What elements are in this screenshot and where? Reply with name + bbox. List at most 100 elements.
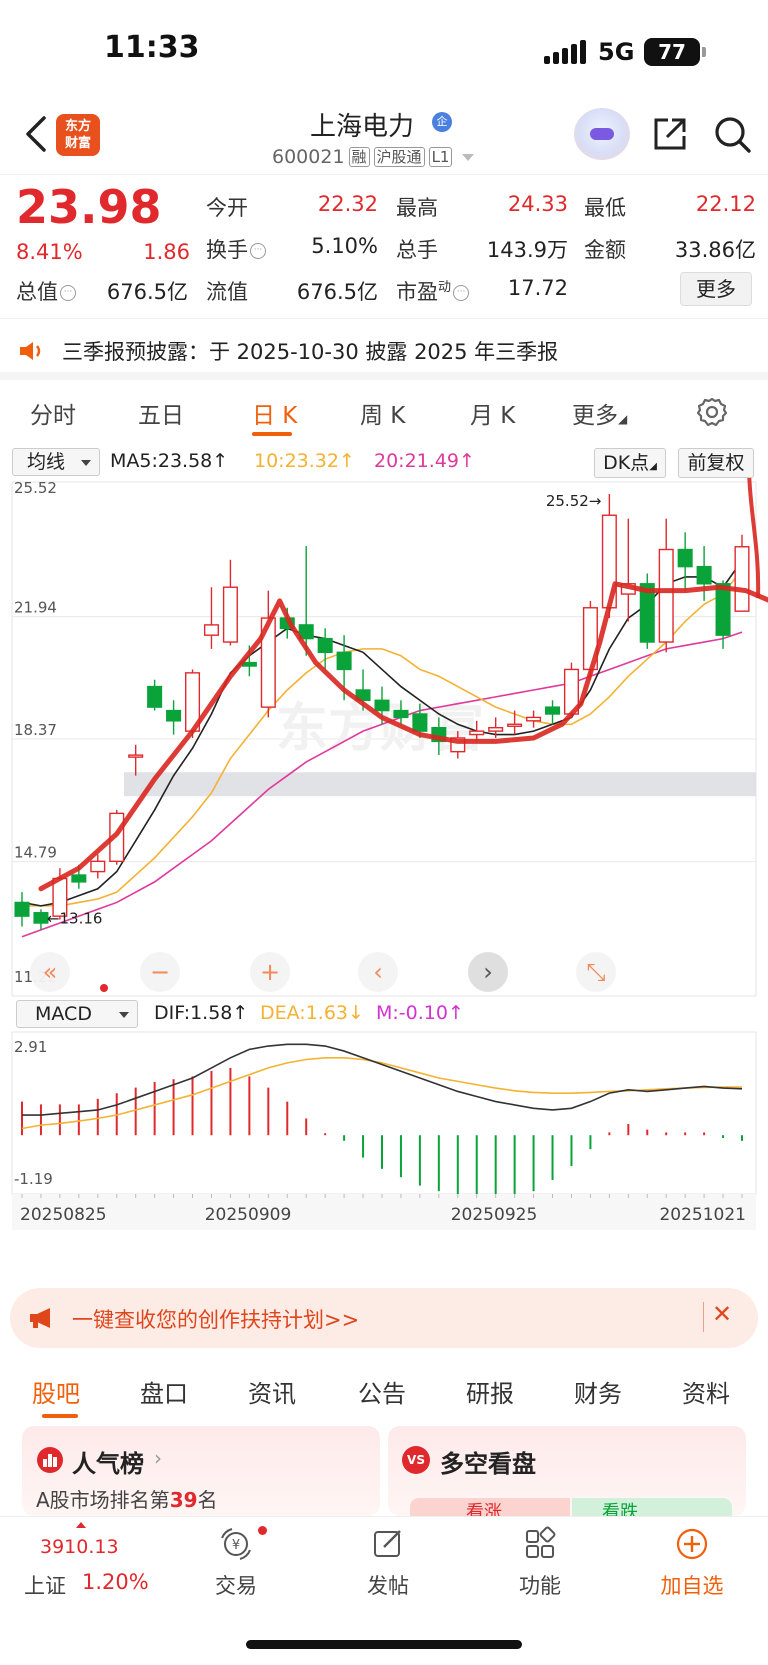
candle-up: [526, 716, 542, 722]
tab-daily-k[interactable]: 日 K: [252, 396, 297, 430]
index-name[interactable]: 上证: [24, 1570, 66, 1600]
candle-down: [71, 874, 87, 883]
nav-post[interactable]: 发帖: [358, 1570, 418, 1600]
pan-right-icon[interactable]: ›: [483, 958, 493, 986]
margin-tag: 融: [348, 147, 370, 167]
tab-monthly-k[interactable]: 月 K: [470, 396, 515, 430]
candle-down: [166, 709, 182, 722]
tab-five-day[interactable]: 五日: [138, 396, 184, 430]
network-type: 5G: [598, 38, 635, 66]
indicator-select[interactable]: 均线: [12, 448, 100, 476]
gear-icon[interactable]: [696, 396, 728, 428]
candle-down: [696, 565, 712, 585]
y-tick-label: 25.52: [14, 479, 57, 497]
nav-function[interactable]: 功能: [510, 1570, 570, 1600]
close-icon[interactable]: ✕: [712, 1300, 732, 1328]
stat-value-amount: 33.86亿: [674, 238, 756, 262]
enterprise-badge: 企: [432, 112, 452, 132]
share-icon[interactable]: [650, 114, 690, 154]
market-rank-text: A股市场排名第39名: [36, 1488, 218, 1512]
add-circle-icon[interactable]: [674, 1526, 710, 1562]
megaphone-icon: [30, 1308, 50, 1328]
back-arrow-icon[interactable]: [22, 112, 52, 156]
compose-icon[interactable]: [370, 1526, 406, 1562]
stat-value-volume: 143.9万: [486, 238, 568, 262]
fullscreen-icon[interactable]: ⤡: [586, 958, 605, 986]
tab-announcements[interactable]: 公告: [358, 1374, 406, 1409]
kline-chart[interactable]: 25.5221.9418.3714.7911.22东方财富25.52→←13.1…: [0, 478, 768, 1288]
dea-label: DEA:1.63↓: [260, 1002, 364, 1024]
promo-divider: [703, 1302, 704, 1332]
index-value[interactable]: 3910.13: [40, 1536, 119, 1558]
dk-point-button[interactable]: DK点◢: [594, 448, 666, 478]
popularity-title: 人气榜: [72, 1450, 144, 1478]
tab-finance[interactable]: 财务: [574, 1374, 622, 1409]
stat-value-high: 24.33: [507, 192, 568, 216]
ma5-label: MA5:23.58↑: [110, 450, 229, 472]
zoom-in-icon[interactable]: +: [260, 958, 280, 986]
candle-down: [677, 548, 693, 568]
candle-up: [469, 730, 485, 736]
x-axis-date-label: 20250825: [20, 1205, 107, 1225]
candle-up: [90, 860, 106, 873]
tab-profile[interactable]: 资料: [682, 1374, 730, 1409]
stat-value-pe: 17.72: [507, 276, 568, 300]
long-short-title: 多空看盘: [440, 1450, 536, 1478]
candle-up: [658, 548, 674, 643]
grid-apps-icon[interactable]: [522, 1526, 558, 1562]
m-label: M:-0.10↑: [376, 1002, 464, 1024]
tab-research[interactable]: 研报: [466, 1374, 514, 1409]
exchange-icon[interactable]: ¥: [218, 1526, 254, 1562]
nav-trade[interactable]: 交易: [206, 1570, 266, 1600]
x-axis-band: [12, 1194, 756, 1230]
fast-back-icon[interactable]: «: [43, 958, 58, 986]
search-icon[interactable]: [712, 114, 752, 154]
candle-down: [14, 901, 30, 917]
candle-down: [336, 651, 352, 671]
stock-code-line[interactable]: 600021 融 沪股通 L1: [272, 146, 475, 168]
chevron-down-icon: [462, 153, 475, 161]
stat-label-low: 最低: [584, 196, 626, 220]
robot-assistant-avatar[interactable]: [574, 108, 630, 160]
app-logo: 东方 财富: [56, 114, 100, 156]
candle-up: [734, 546, 750, 612]
tab-weekly-k[interactable]: 周 K: [360, 396, 405, 430]
info-icon[interactable]: ···: [60, 285, 76, 301]
tab-forum[interactable]: 股吧: [32, 1374, 80, 1409]
ma20-label: 20:21.49↑: [374, 450, 475, 472]
stat-label-pe: 市盈动 ···: [396, 276, 470, 306]
cellular-signal-icon: [544, 40, 586, 64]
earnings-notice[interactable]: 三季报预披露：于 2025-10-30 披露 2025 年三季报: [62, 336, 558, 366]
more-stats-button[interactable]: 更多: [680, 272, 752, 306]
pan-left-icon[interactable]: ‹: [373, 958, 383, 986]
tab-news[interactable]: 资讯: [248, 1374, 296, 1409]
svg-text:¥: ¥: [232, 1538, 240, 1553]
stat-value-low: 22.12: [695, 192, 756, 216]
stat-label-turnover: 换手 ···: [206, 234, 266, 264]
support-band: [124, 772, 756, 797]
change-amount: 1.86: [143, 240, 190, 264]
bear-bar[interactable]: 看跌: [572, 1498, 732, 1516]
tab-more[interactable]: 更多◢: [572, 396, 627, 430]
x-axis-date-label: 20251021: [659, 1205, 746, 1225]
level-tag: L1: [428, 147, 453, 167]
zoom-out-icon[interactable]: −: [150, 958, 170, 986]
up-arrow-icon: [76, 1522, 86, 1528]
stock-code: 600021: [272, 146, 345, 168]
bull-bar[interactable]: 看涨: [410, 1498, 570, 1516]
stat-value-total-cap: 676.5亿: [106, 280, 188, 304]
adjust-mode-button[interactable]: 前复权: [678, 448, 754, 478]
info-icon[interactable]: ···: [453, 285, 470, 301]
tab-orderbook[interactable]: 盘口: [140, 1374, 188, 1409]
nav-add-watchlist[interactable]: 加自选: [654, 1570, 730, 1600]
candle-down: [545, 706, 561, 715]
macd-select[interactable]: MACD: [16, 1000, 138, 1028]
info-icon[interactable]: ···: [250, 243, 266, 259]
tab-intraday[interactable]: 分时: [30, 396, 76, 430]
index-change[interactable]: 1.20%: [82, 1570, 149, 1594]
macd-y-top: 2.91: [14, 1038, 47, 1056]
promo-text[interactable]: 一键查收您的创作扶持计划>>: [72, 1304, 359, 1334]
y-tick-label: 21.94: [14, 599, 57, 617]
min-price-label: ←13.16: [47, 910, 103, 928]
x-axis-date-label: 20250925: [451, 1205, 538, 1225]
